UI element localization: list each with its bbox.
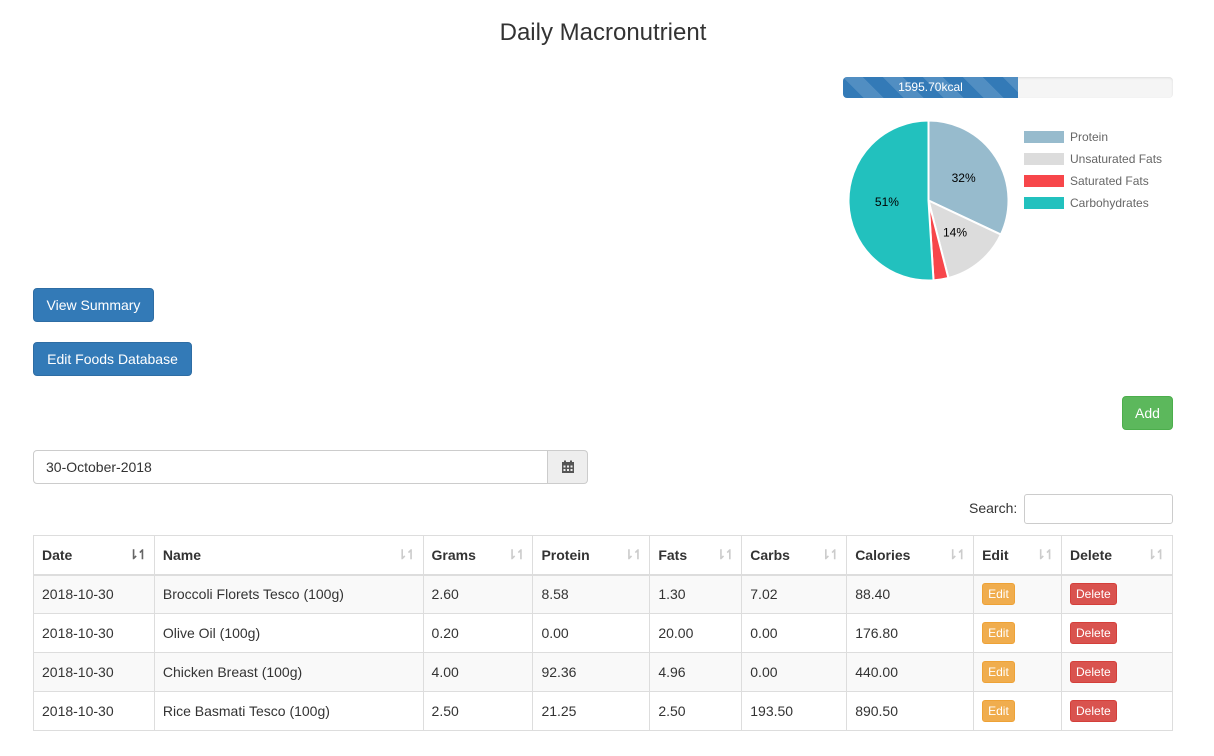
cell-calories: 176.80 (846, 613, 975, 653)
column-header-protein[interactable]: Protein ⇂↿ (532, 535, 651, 576)
legend-swatch (1024, 131, 1064, 143)
cell-carbs: 0.00 (741, 613, 848, 653)
pie-legend: Protein Unsaturated Fats Saturated Fats Car… (1024, 126, 1162, 214)
cell-delete: Delete (1061, 691, 1173, 731)
column-header-date[interactable]: Date ⇂↿ (33, 535, 155, 576)
cell-calories: 88.40 (846, 574, 975, 614)
macronutrient-pie-chart: 32% 14% 51% (847, 119, 1010, 282)
cell-delete: Delete (1061, 574, 1173, 614)
cell-grams: 2.60 (422, 574, 534, 614)
sort-icon: ⇂↿ (1146, 547, 1166, 562)
cell-edit: Edit (973, 574, 1063, 614)
pie-data-label: 51% (875, 195, 899, 209)
cell-carbs: 193.50 (741, 691, 848, 731)
edit-button[interactable]: Edit (982, 700, 1015, 722)
cell-protein: 8.58 (532, 574, 651, 614)
legend-swatch (1024, 197, 1064, 209)
cell-edit: Edit (973, 691, 1063, 731)
table-header-row: Date ⇂↿ Name ⇂↿ Grams ⇂↿ Protein ⇂↿ Fats ⇂↿ C… (33, 535, 1173, 576)
page-title: Daily Macronutrient (499, 19, 707, 46)
column-header-calories[interactable]: Calories ⇂↿ (846, 535, 975, 576)
column-header-name[interactable]: Name ⇂↿ (153, 535, 424, 576)
date-input[interactable]: 30-October-2018 (33, 450, 548, 484)
sort-icon: ⇂↿ (820, 547, 840, 562)
food-log-table: Date ⇂↿ Name ⇂↿ Grams ⇂↿ Protein ⇂↿ Fats ⇂↿ C… (33, 535, 1173, 731)
cell-name: Rice Basmati Tesco (100g) (153, 691, 424, 731)
pie-data-label: 32% (952, 171, 976, 185)
column-header-grams[interactable]: Grams ⇂↿ (422, 535, 534, 576)
delete-button[interactable]: Delete (1070, 622, 1117, 644)
cell-name: Olive Oil (100g) (153, 613, 424, 653)
cell-grams: 0.20 (422, 613, 534, 653)
cell-date: 2018-10-30 (33, 613, 155, 653)
delete-button[interactable]: Delete (1070, 583, 1117, 606)
legend-label: Unsaturated Fats (1070, 152, 1163, 166)
cell-protein: 0.00 (532, 613, 651, 653)
calorie-progress-fill: 1595.70kcal (843, 77, 1018, 98)
cell-carbs: 0.00 (741, 652, 848, 692)
pie-data-label: 14% (943, 226, 967, 240)
column-header-delete[interactable]: Delete ⇂↿ (1061, 535, 1173, 576)
sort-icon: ⇂↿ (1035, 547, 1055, 562)
cell-fats: 2.50 (649, 691, 743, 731)
edit-button[interactable]: Edit (982, 583, 1015, 606)
cell-fats: 4.96 (649, 652, 743, 692)
cell-protein: 92.36 (532, 652, 651, 692)
cell-date: 2018-10-30 (33, 691, 155, 731)
cell-delete: Delete (1061, 613, 1173, 653)
sort-icon: ⇂↿ (623, 547, 644, 562)
delete-button[interactable]: Delete (1070, 661, 1117, 683)
column-header-carbs[interactable]: Carbs ⇂↿ (741, 535, 848, 576)
cell-edit: Edit (973, 613, 1063, 653)
cell-name: Broccoli Florets Tesco (100g) (153, 574, 424, 614)
cell-fats: 20.00 (649, 613, 743, 653)
cell-edit: Edit (973, 652, 1063, 692)
edit-button[interactable]: Edit (982, 622, 1015, 644)
cell-delete: Delete (1061, 652, 1173, 692)
legend-item: Saturated Fats (1024, 170, 1162, 192)
cell-carbs: 7.02 (741, 574, 848, 614)
sort-icon: ⇂↿ (396, 547, 417, 562)
table-row: 2018-10-30 Rice Basmati Tesco (100g) 2.5… (33, 691, 1173, 731)
table-row: 2018-10-30 Chicken Breast (100g) 4.00 92… (33, 652, 1173, 692)
cell-grams: 4.00 (422, 652, 534, 692)
sort-icon: ⇂↿ (947, 547, 967, 562)
search-label: Search: (969, 500, 1018, 516)
edit-foods-database-button[interactable]: Edit Foods Database (33, 342, 192, 376)
legend-swatch (1024, 175, 1064, 187)
cell-grams: 2.50 (422, 691, 534, 731)
legend-item: Protein (1024, 126, 1162, 148)
legend-swatch (1024, 153, 1064, 165)
legend-item: Carbohydrates (1024, 192, 1162, 214)
calendar-button[interactable] (548, 450, 588, 484)
sort-icon: ⇂↿ (715, 547, 735, 562)
legend-label: Carbohydrates (1070, 196, 1149, 210)
edit-button[interactable]: Edit (982, 661, 1015, 683)
calendar-icon (561, 460, 574, 473)
table-row: 2018-10-30 Olive Oil (100g) 0.20 0.00 20… (33, 613, 1173, 653)
cell-calories: 440.00 (846, 652, 975, 692)
legend-label: Protein (1070, 130, 1109, 144)
legend-item: Unsaturated Fats (1024, 148, 1162, 170)
cell-fats: 1.30 (649, 574, 743, 614)
cell-calories: 890.50 (846, 691, 975, 731)
calorie-progress-bar: 1595.70kcal (843, 77, 1173, 98)
cell-date: 2018-10-30 (33, 652, 155, 692)
legend-label: Saturated Fats (1070, 174, 1149, 188)
add-button[interactable]: Add (1122, 396, 1173, 430)
search-input[interactable] (1024, 494, 1173, 524)
cell-date: 2018-10-30 (33, 574, 155, 614)
cell-name: Chicken Breast (100g) (153, 652, 424, 692)
date-picker: 30-October-2018 (33, 450, 588, 484)
column-header-edit[interactable]: Edit ⇂↿ (973, 535, 1063, 576)
cell-protein: 21.25 (532, 691, 651, 731)
sort-desc-icon: ⇂↿ (128, 547, 148, 562)
sort-icon: ⇂↿ (506, 547, 527, 562)
delete-button[interactable]: Delete (1070, 700, 1117, 722)
view-summary-button[interactable]: View Summary (33, 288, 154, 322)
table-row: 2018-10-30 Broccoli Florets Tesco (100g)… (33, 574, 1173, 614)
column-header-fats[interactable]: Fats ⇂↿ (649, 535, 743, 576)
